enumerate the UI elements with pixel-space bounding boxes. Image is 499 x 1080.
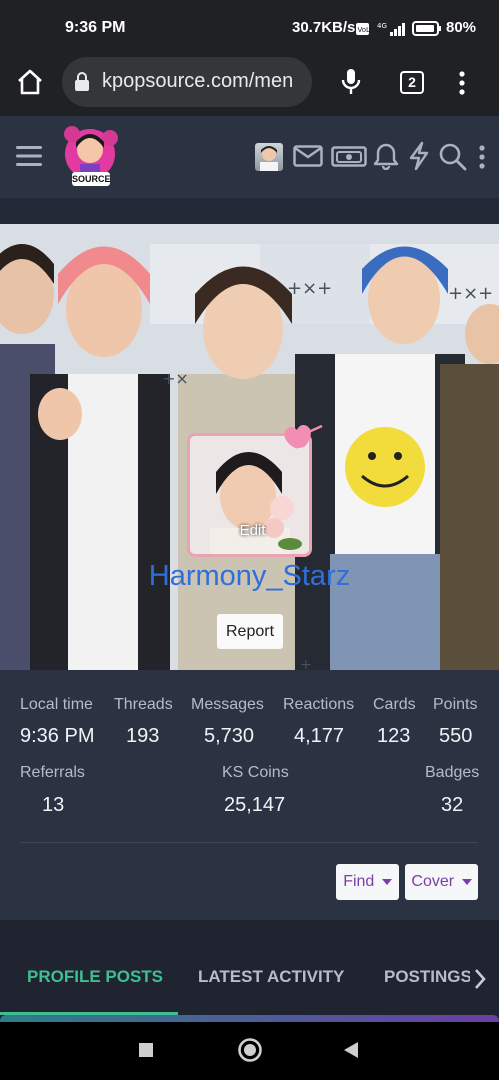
url-text[interactable]: kpopsource.com/men — [102, 70, 302, 93]
stat-referrals-label: Referrals — [20, 764, 85, 781]
search-icon[interactable] — [438, 142, 468, 172]
stat-threads-value[interactable]: 193 — [126, 725, 159, 748]
header-spacer — [0, 198, 499, 224]
stat-cards-label[interactable]: Cards — [373, 696, 416, 714]
home-icon[interactable] — [16, 68, 44, 96]
home-nav-icon[interactable] — [237, 1037, 263, 1063]
lock-icon — [75, 72, 89, 91]
stat-points-label: Points — [433, 696, 478, 713]
stat-messages-value[interactable]: 5,730 — [204, 725, 254, 748]
stat-local-time-label: Local time — [20, 696, 93, 713]
stat-ks-coins-label: KS Coins — [222, 764, 289, 781]
find-dropdown-button[interactable]: Find — [336, 864, 399, 900]
battery-percent: 80% — [446, 19, 477, 36]
bell-icon[interactable] — [373, 142, 399, 170]
stat-reactions-label: Reactions — [283, 696, 355, 713]
tab-latest-activity[interactable]: LATEST ACTIVITY — [198, 967, 344, 987]
more-vert-icon[interactable] — [458, 70, 466, 96]
site-logo[interactable]: SOURCE — [58, 120, 122, 190]
content-panel-top — [0, 1015, 499, 1022]
header-more-icon[interactable] — [478, 144, 486, 170]
stat-messages-label[interactable]: Messages — [191, 696, 264, 714]
logo-text: SOURCE — [72, 172, 111, 186]
svg-text:+×: +× — [162, 369, 189, 388]
mail-icon[interactable] — [293, 145, 323, 167]
report-button[interactable]: Report — [217, 614, 283, 649]
recents-icon[interactable] — [138, 1042, 154, 1058]
profile-username: Harmony_Starz — [148, 560, 351, 592]
stat-badges-value[interactable]: 32 — [441, 794, 463, 817]
svg-text:4G: 4G — [377, 22, 387, 30]
hamburger-menu-icon[interactable] — [16, 145, 42, 167]
svg-text:VoLTE: VoLTE — [358, 26, 378, 34]
chevron-right-icon[interactable] — [473, 968, 487, 990]
back-icon[interactable] — [343, 1041, 359, 1059]
stat-cards-value[interactable]: 123 — [377, 725, 410, 748]
stat-referrals-value: 13 — [42, 794, 65, 816]
tab-profile-posts[interactable]: PROFILE POSTS — [27, 967, 163, 987]
stat-reactions-value: 4,177 — [294, 725, 345, 747]
signal-icon: VoLTE 4G — [356, 22, 405, 36]
heart-decoration-icon — [284, 424, 323, 449]
tab-postings[interactable]: POSTINGS — [384, 967, 470, 987]
network-speed: 30.7KB/s — [292, 19, 356, 36]
currency-icon[interactable] — [331, 146, 367, 168]
stat-local-time-value: 9:36 PM — [20, 725, 95, 747]
avatar-icon — [260, 146, 278, 171]
caret-down-icon — [461, 878, 472, 885]
svg-text:+×+: +×+ — [287, 278, 332, 299]
stat-ks-coins-value: 25,147 — [224, 794, 286, 816]
cover-dropdown-button[interactable]: Cover — [405, 864, 478, 900]
tab-switcher-button[interactable]: 2 — [400, 71, 424, 94]
cover-label: Cover — [411, 873, 455, 890]
svg-text:+×+: +×+ — [448, 283, 493, 304]
stat-badges-label[interactable]: Badges — [425, 764, 479, 782]
battery-icon — [412, 21, 441, 36]
user-avatar-thumbnail[interactable] — [255, 143, 283, 171]
find-label: Find — [343, 873, 375, 890]
caret-down-icon — [381, 878, 392, 885]
microphone-icon[interactable] — [340, 68, 362, 96]
stat-threads-label[interactable]: Threads — [114, 696, 173, 714]
status-time: 9:36 PM — [65, 19, 126, 36]
stats-divider — [20, 842, 478, 843]
stat-points-value: 550 — [439, 725, 473, 747]
lightning-icon[interactable] — [407, 141, 431, 171]
avatar-edit-link[interactable]: Edit — [190, 522, 309, 539]
status-bar: 9:36 PM 30.7KB/s VoLTE 4G 80% — [0, 0, 499, 56]
svg-text:+: + — [300, 657, 312, 670]
